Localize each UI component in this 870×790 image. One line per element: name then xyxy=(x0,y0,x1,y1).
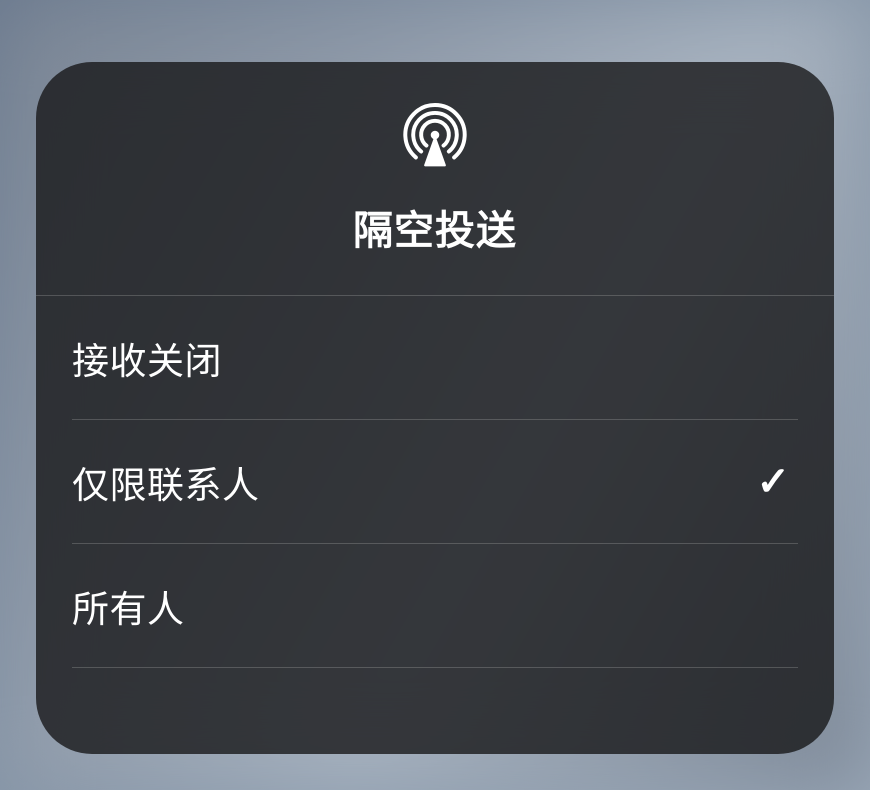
airdrop-icon xyxy=(402,102,468,168)
options-list: 接收关闭 ✓ 仅限联系人 ✓ 所有人 ✓ xyxy=(36,296,834,668)
option-label: 接收关闭 xyxy=(72,331,222,385)
option-label: 仅限联系人 xyxy=(72,455,260,509)
panel-header: 隔空投送 xyxy=(36,62,834,296)
airdrop-panel: 隔空投送 接收关闭 ✓ 仅限联系人 ✓ 所有人 ✓ xyxy=(36,62,834,754)
checkmark-icon: ✓ xyxy=(756,459,790,505)
option-receiving-off[interactable]: 接收关闭 ✓ xyxy=(72,296,798,420)
option-contacts-only[interactable]: 仅限联系人 ✓ xyxy=(72,420,798,544)
option-everyone[interactable]: 所有人 ✓ xyxy=(72,544,798,668)
panel-title: 隔空投送 xyxy=(353,198,517,256)
option-label: 所有人 xyxy=(72,579,185,633)
